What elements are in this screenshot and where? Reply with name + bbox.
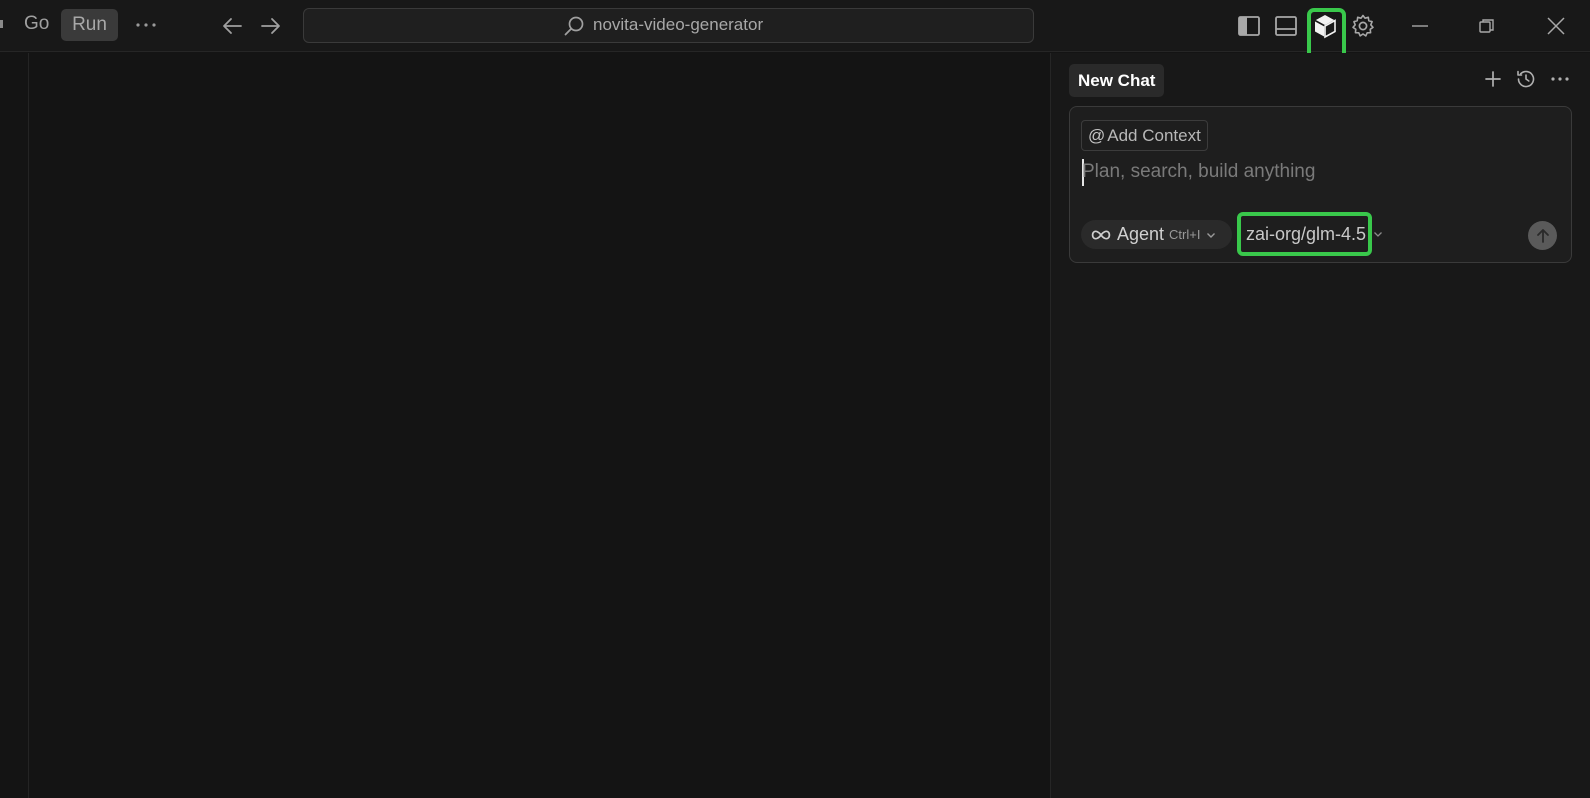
model-name: zai-org/glm-4.5 xyxy=(1246,223,1367,244)
menu-go[interactable]: Go xyxy=(24,13,49,35)
editor-area[interactable] xyxy=(0,53,1050,798)
tab-label: New Chat xyxy=(1078,70,1156,90)
editor-gutter xyxy=(28,53,29,798)
arrow-right-icon[interactable] xyxy=(259,14,283,38)
at-icon: @ xyxy=(1088,125,1106,145)
arrow-up-icon xyxy=(1536,228,1549,243)
agent-label: Agent xyxy=(1117,224,1165,244)
workspace-name[interactable]: novita-video-generator xyxy=(593,15,763,35)
close-icon[interactable] xyxy=(1543,13,1569,39)
plus-icon[interactable] xyxy=(1482,68,1504,90)
bottom-panel-icon[interactable] xyxy=(1273,13,1299,39)
arrow-left-icon[interactable] xyxy=(220,14,244,38)
chat-input[interactable]: Plan, search, build anything xyxy=(1082,161,1315,183)
ellipsis-icon[interactable] xyxy=(134,14,158,36)
chat-more-icon[interactable] xyxy=(1549,68,1571,90)
chevron-down-icon xyxy=(1207,232,1216,238)
minimize-icon[interactable] xyxy=(1407,13,1433,39)
model-selector[interactable]: zai-org/glm-4.5 xyxy=(1237,212,1372,256)
send-button[interactable] xyxy=(1528,221,1557,250)
add-context-button[interactable]: @ Add Context xyxy=(1081,120,1208,151)
restore-icon[interactable] xyxy=(1474,13,1500,39)
search-icon xyxy=(564,16,584,36)
gear-icon[interactable] xyxy=(1350,13,1376,39)
tab-new-chat[interactable]: New Chat xyxy=(1069,64,1165,97)
infinity-icon xyxy=(1091,229,1111,240)
agent-shortcut: Ctrl+I xyxy=(1169,227,1201,242)
left-edge-indicator xyxy=(0,20,3,28)
add-context-label: Add Context xyxy=(1107,125,1201,145)
menu-run[interactable]: Run xyxy=(61,9,118,41)
sidebar-panel-icon[interactable] xyxy=(1236,13,1262,39)
chevron-down-icon[interactable] xyxy=(1372,228,1384,240)
history-icon[interactable] xyxy=(1515,68,1537,90)
agent-mode-selector[interactable]: Agent Ctrl+I xyxy=(1081,220,1232,249)
